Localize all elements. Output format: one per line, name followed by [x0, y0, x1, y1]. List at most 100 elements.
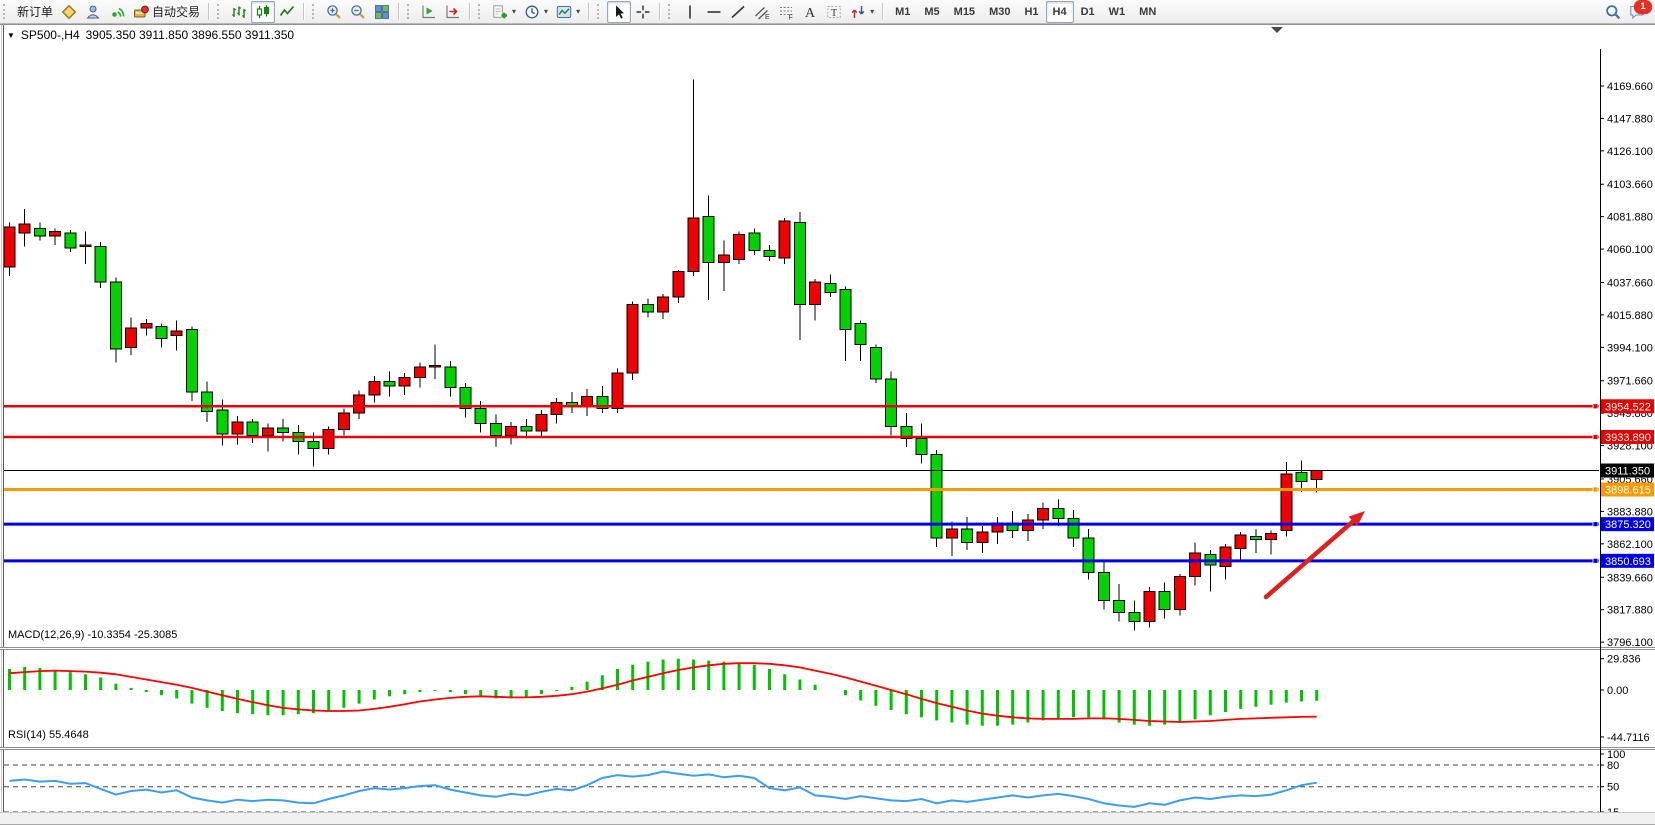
chevron-down-icon[interactable]: ▾: [870, 7, 874, 16]
search-icon[interactable]: [1605, 4, 1621, 20]
templates-icon[interactable]: ▾: [552, 1, 584, 23]
chart-canvas[interactable]: 4169.6604147.8804126.1004103.6604081.880…: [0, 24, 1655, 825]
zoom-in-icon[interactable]: [322, 1, 346, 23]
horizontal-line[interactable]: [4, 487, 1599, 492]
svg-text:3954.522: 3954.522: [1605, 401, 1651, 413]
periods-icon[interactable]: ▾: [520, 1, 552, 23]
new-order-button[interactable]: 新订单: [13, 1, 57, 23]
templates-icon: [556, 4, 572, 20]
timeframe-m15[interactable]: M15: [947, 1, 982, 23]
market-watch-icon[interactable]: [57, 1, 81, 23]
equidistant-channel-icon: E: [754, 4, 770, 20]
price-tick-label: 3971.660: [1607, 376, 1653, 388]
price-tick-label: 3994.100: [1607, 342, 1653, 354]
macd-axis[interactable]: 29.8360.00-44.7116: [1600, 654, 1650, 744]
toolbar-grip[interactable]: [407, 4, 413, 19]
line-drag-handle[interactable]: [1593, 558, 1598, 563]
chevron-down-icon[interactable]: ▾: [576, 7, 580, 16]
collapse-ohlc-icon[interactable]: ▼: [7, 31, 15, 40]
autotrading-button-label: 自动交易: [152, 3, 200, 20]
zoom-out-icon: [350, 4, 366, 20]
chart-ohlc-values: 3905.350 3911.850 3896.550 3911.350: [86, 28, 294, 42]
rsi-line: [10, 772, 1317, 807]
toolbar-grip[interactable]: [668, 4, 674, 19]
account-icon[interactable]: [81, 1, 105, 23]
cursor-icon[interactable]: [607, 1, 631, 23]
horizontal-line[interactable]: [4, 522, 1599, 527]
timeframe-m5[interactable]: M5: [917, 1, 946, 23]
chart-symbol-period: SP500-,H4: [21, 28, 80, 42]
line-drag-handle[interactable]: [1593, 487, 1598, 492]
macd-histogram: [10, 659, 1317, 726]
auto-scroll-icon[interactable]: [417, 1, 441, 23]
timeframe-w1[interactable]: W1: [1102, 1, 1133, 23]
line-chart-icon[interactable]: [275, 1, 299, 23]
zoom-out-icon[interactable]: [346, 1, 370, 23]
price-tick-label: 3817.880: [1607, 605, 1653, 617]
svg-text:3850.693: 3850.693: [1605, 556, 1651, 568]
line-drag-handle[interactable]: [1593, 404, 1598, 409]
label-icon[interactable]: T: [822, 1, 846, 23]
toolbar-grip[interactable]: [312, 4, 318, 19]
chevron-down-icon[interactable]: ▾: [512, 7, 516, 16]
candlestick-chart-icon: [255, 4, 271, 20]
svg-text:3875.320: 3875.320: [1605, 519, 1651, 531]
toolbar-grip[interactable]: [3, 4, 9, 19]
tile-windows-icon[interactable]: [370, 1, 394, 23]
fibonacci-icon[interactable]: F: [774, 1, 798, 23]
price-tick-label: 4081.880: [1607, 212, 1653, 224]
toolbar-grip[interactable]: [597, 4, 603, 19]
chevron-down-icon[interactable]: ▾: [544, 7, 548, 16]
toolbar-group: [227, 1, 299, 23]
horizontal-line-icon[interactable]: [702, 1, 726, 23]
signals-icon[interactable]: [105, 1, 129, 23]
horizontal-line[interactable]: [4, 404, 1599, 409]
chart-shift-icon[interactable]: [441, 1, 465, 23]
price-line-label: 3933.890: [1601, 430, 1654, 444]
price-axis[interactable]: 4169.6604147.8804126.1004103.6604081.880…: [1600, 81, 1654, 649]
timeframe-h1[interactable]: H1: [1017, 1, 1045, 23]
toolbar-group: 新订单 自动交易: [13, 1, 204, 23]
candlestick-chart-icon[interactable]: [251, 1, 275, 23]
toolbar-group: [417, 1, 465, 23]
toolbar-separator: [882, 3, 884, 20]
trendline-icon[interactable]: [726, 1, 750, 23]
toolbar-right: 1: [1605, 4, 1655, 20]
timeframe-m1[interactable]: M1: [888, 1, 917, 23]
bar-chart-icon[interactable]: [227, 1, 251, 23]
vertical-line-icon: [682, 4, 698, 20]
timeframe-d1[interactable]: D1: [1074, 1, 1102, 23]
autotrading-button[interactable]: 自动交易: [129, 1, 204, 23]
crosshair-icon[interactable]: [631, 1, 655, 23]
price-tick-label: 4037.660: [1607, 277, 1653, 289]
arrows-icon[interactable]: ▾: [846, 1, 878, 23]
line-drag-handle[interactable]: [1593, 434, 1598, 439]
horizontal-line[interactable]: [4, 558, 1599, 563]
timeframe-m30[interactable]: M30: [982, 1, 1017, 23]
toolbar-grip[interactable]: [217, 4, 223, 19]
line-drag-handle[interactable]: [1593, 522, 1598, 527]
toolbar-grip[interactable]: [478, 4, 484, 19]
indicators-icon[interactable]: ▾: [488, 1, 520, 23]
price-tick-label: 3796.100: [1607, 637, 1653, 649]
macd-indicator-label: MACD(12,26,9) -10.3354 -25.3085: [8, 629, 177, 641]
price-tick-label: 3839.660: [1607, 572, 1653, 584]
timeframe-group: M1M5M15M30H1H4D1W1MN: [888, 1, 1163, 23]
timeframe-h4[interactable]: H4: [1046, 1, 1074, 23]
text-icon[interactable]: A: [798, 1, 822, 23]
horizontal-line[interactable]: [4, 434, 1599, 439]
equidistant-channel-icon[interactable]: E: [750, 1, 774, 23]
vertical-line-icon[interactable]: [678, 1, 702, 23]
rsi-indicator-label: RSI(14) 55.4648: [8, 729, 89, 741]
svg-text:F: F: [789, 14, 793, 20]
notification-badge: 1: [1634, 0, 1652, 14]
signals-icon: [109, 4, 125, 20]
mt4-window: 新订单 自动交易 ▾ ▾ ▾ E F A T ▾ M1M5M15M30H1H4D1W1MN 1 ▼ S…: [0, 0, 1655, 825]
line-chart-icon: [279, 4, 295, 20]
price-tick-label: 4147.880: [1607, 113, 1653, 125]
chart-shift-marker[interactable]: [1271, 27, 1283, 33]
timeframe-mn[interactable]: MN: [1132, 1, 1163, 23]
svg-text:T: T: [831, 7, 837, 18]
text-icon: A: [802, 4, 818, 20]
notifications-icon[interactable]: 1: [1629, 4, 1645, 20]
